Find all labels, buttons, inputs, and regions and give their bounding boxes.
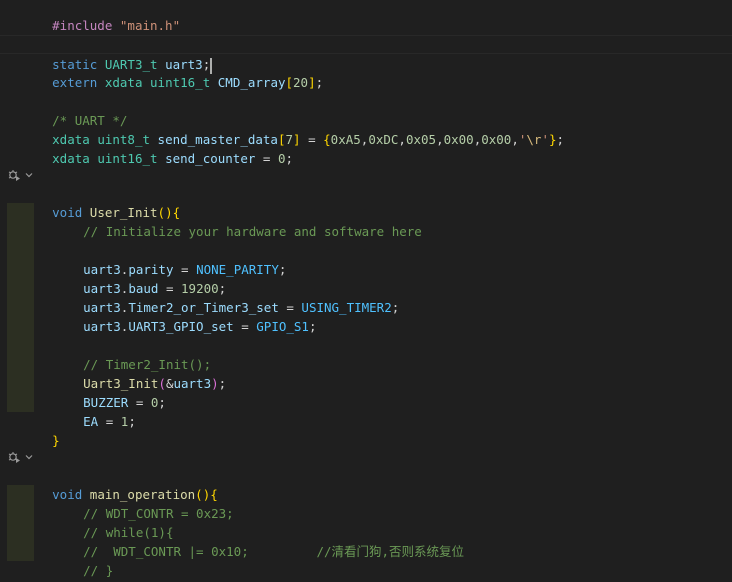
code-line[interactable]: // while(1){ [0,504,732,540]
code-line[interactable]: // Initialize your hardware and software… [0,203,732,239]
code-line[interactable]: Uart3_Init(&uart3); [0,355,732,391]
codelens-run[interactable] [7,447,34,466]
chevron-down-icon [25,172,33,177]
code-line[interactable]: #include "main.h" [0,0,732,33]
code-line[interactable]: uart3.UART3_GPIO_set = GPIO_S1; [0,298,732,334]
codelens-run[interactable] [7,165,34,184]
debug-run-icon [8,451,20,463]
code-line[interactable]: void main_operation(){ [0,466,732,502]
code-line[interactable]: void User_Init(){ [0,184,732,220]
code-line[interactable]: extern xdata uint16_t CMD_array[20]; [0,54,732,90]
code-line[interactable]: EA = 1; [0,393,732,429]
code-line[interactable]: } [0,412,732,448]
code-line[interactable]: // WDT_CONTR = 0x23; [0,485,732,521]
code-line[interactable]: xdata uint8_t send_master_data[7] = {0xA… [0,111,732,147]
code-line[interactable]: uart3.parity = NONE_PARITY; [0,241,732,277]
code-line[interactable]: uart3.Timer2_or_Timer3_set = USING_TIMER… [0,279,732,315]
code-line[interactable]: // Timer2_Init(); [0,336,732,372]
debug-run-icon [8,169,20,181]
comment: // Initialize your hardware and software… [83,224,422,239]
code-line-current[interactable]: static UART3_t uart3; [0,35,732,74]
chevron-down-icon [25,454,33,459]
code-line[interactable]: // } [0,542,732,578]
code-line[interactable]: uart3.baud = 19200; [0,260,732,296]
code-line[interactable]: } [0,561,732,580]
preprocessor-directive: #include [52,18,113,33]
code-line[interactable]: xdata uint16_t send_counter = 0; [0,130,732,166]
code-line[interactable]: BUZZER = 0; [0,374,732,410]
include-path: "main.h" [119,18,181,33]
code-line[interactable]: /* UART */ [0,92,732,128]
code-line[interactable]: // WDT_CONTR |= 0x10; //清看门狗,否则系统复位 [0,523,732,559]
code-editor[interactable]: #include "main.h" static UART3_t uart3; … [0,0,732,582]
